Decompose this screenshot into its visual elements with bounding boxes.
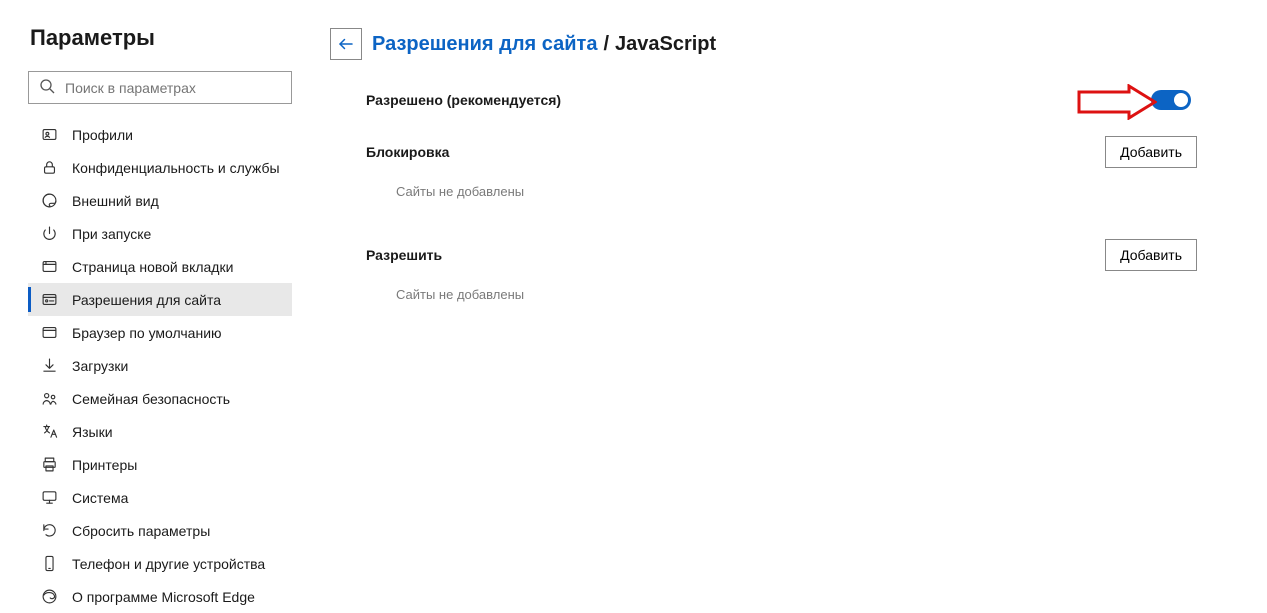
breadcrumb-current: JavaScript [615, 33, 716, 56]
sidebar-item-label: Семейная безопасность [72, 391, 230, 407]
settings-sidebar: Параметры Профили Конфиденциальность и сл… [0, 0, 300, 607]
sidebar-item-2[interactable]: Внешний вид [28, 184, 292, 217]
sidebar-item-7[interactable]: Загрузки [28, 349, 292, 382]
sidebar-item-label: Браузер по умолчанию [72, 325, 222, 341]
newtab-icon [40, 258, 58, 276]
block-add-button[interactable]: Добавить [1105, 136, 1197, 168]
language-icon [40, 423, 58, 441]
breadcrumb: Разрешения для сайта / JavaScript [330, 28, 1237, 60]
block-title: Блокировка [366, 144, 449, 160]
sidebar-item-10[interactable]: Принтеры [28, 448, 292, 481]
allowed-label: Разрешено (рекомендуется) [366, 92, 561, 108]
sidebar-item-label: Профили [72, 127, 133, 143]
sidebar-item-13[interactable]: Телефон и другие устройства [28, 547, 292, 580]
permissions-icon [40, 291, 58, 309]
block-empty-hint: Сайты не добавлены [330, 184, 1237, 199]
search-icon [39, 78, 55, 97]
annotation-arrow-icon [1077, 84, 1157, 120]
power-icon [40, 225, 58, 243]
sidebar-item-label: Загрузки [72, 358, 128, 374]
reset-icon [40, 522, 58, 540]
search-input-wrap[interactable] [28, 71, 292, 104]
allow-empty-hint: Сайты не добавлены [330, 287, 1237, 302]
sidebar-item-0[interactable]: Профили [28, 118, 292, 151]
sidebar-item-3[interactable]: При запуске [28, 217, 292, 250]
sidebar-item-label: Внешний вид [72, 193, 159, 209]
allow-add-button[interactable]: Добавить [1105, 239, 1197, 271]
sidebar-item-4[interactable]: Страница новой вкладки [28, 250, 292, 283]
sidebar-item-label: Принтеры [72, 457, 137, 473]
allow-title: Разрешить [366, 247, 442, 263]
sidebar-item-9[interactable]: Языки [28, 415, 292, 448]
sidebar-item-5[interactable]: Разрешения для сайта [28, 283, 292, 316]
sidebar-item-label: О программе Microsoft Edge [72, 589, 255, 605]
main-content: Разрешения для сайта / JavaScript Разреш… [300, 0, 1267, 607]
back-button[interactable] [330, 28, 362, 60]
sidebar-item-label: Телефон и другие устройства [72, 556, 265, 572]
download-icon [40, 357, 58, 375]
breadcrumb-parent-link[interactable]: Разрешения для сайта [372, 33, 597, 56]
sidebar-item-1[interactable]: Конфиденциальность и службы [28, 151, 292, 184]
lock-icon [40, 159, 58, 177]
allowed-toggle[interactable] [1151, 90, 1191, 110]
sidebar-item-11[interactable]: Система [28, 481, 292, 514]
sidebar-item-14[interactable]: О программе Microsoft Edge [28, 580, 292, 613]
sidebar-title: Параметры [28, 25, 292, 51]
allow-section-header: Разрешить Добавить [330, 239, 1237, 271]
phone-icon [40, 555, 58, 573]
sidebar-item-label: Страница новой вкладки [72, 259, 233, 275]
sidebar-item-label: Разрешения для сайта [72, 292, 221, 308]
sidebar-item-12[interactable]: Сбросить параметры [28, 514, 292, 547]
browser-icon [40, 324, 58, 342]
search-input[interactable] [65, 80, 281, 96]
sidebar-item-label: При запуске [72, 226, 151, 242]
block-section-header: Блокировка Добавить [330, 136, 1237, 168]
sidebar-nav: Профили Конфиденциальность и службы Внешни… [28, 118, 292, 613]
sidebar-item-8[interactable]: Семейная безопасность [28, 382, 292, 415]
printer-icon [40, 456, 58, 474]
edge-icon [40, 588, 58, 606]
sidebar-item-label: Система [72, 490, 128, 506]
family-icon [40, 390, 58, 408]
appearance-icon [40, 192, 58, 210]
sidebar-item-6[interactable]: Браузер по умолчанию [28, 316, 292, 349]
system-icon [40, 489, 58, 507]
sidebar-item-label: Языки [72, 424, 113, 440]
sidebar-item-label: Сбросить параметры [72, 523, 210, 539]
breadcrumb-sep: / [603, 33, 609, 56]
profile-card-icon [40, 126, 58, 144]
sidebar-item-label: Конфиденциальность и службы [72, 160, 280, 176]
